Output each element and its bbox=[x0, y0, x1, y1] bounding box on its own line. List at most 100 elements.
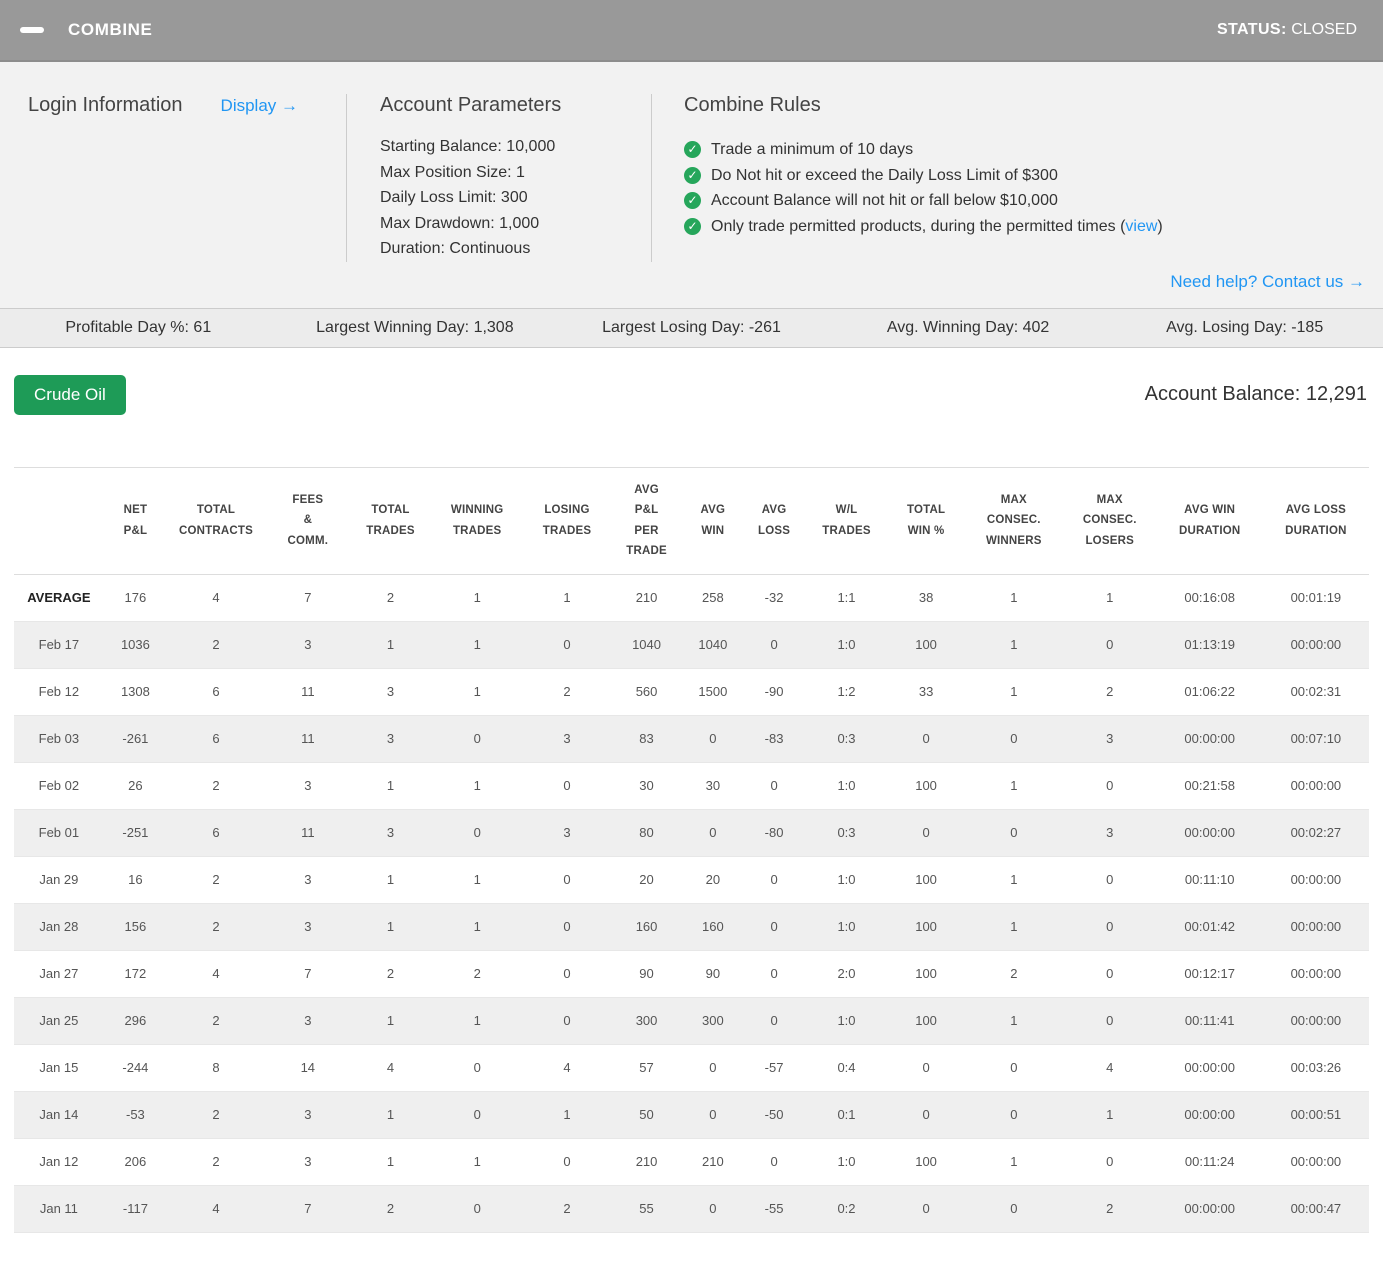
table-cell: -80 bbox=[742, 809, 805, 856]
table-cell: 4 bbox=[167, 950, 265, 997]
account-parameters-section: Account Parameters Starting Balance: 10,… bbox=[346, 94, 651, 262]
table-cell: 00:00:00 bbox=[1157, 1044, 1263, 1091]
rule-text: Only trade permitted products, during th… bbox=[711, 214, 1125, 240]
table-cell: 1 bbox=[351, 1091, 431, 1138]
table-cell: 176 bbox=[104, 574, 167, 621]
table-cell: 3 bbox=[265, 621, 351, 668]
table-cell: 0 bbox=[430, 1091, 524, 1138]
table-row: Jan 122062311021021001:01001000:11:2400:… bbox=[14, 1138, 1369, 1185]
table-cell: 296 bbox=[104, 997, 167, 1044]
table-cell: 2 bbox=[167, 621, 265, 668]
table-cell: 2 bbox=[524, 1185, 610, 1232]
table-cell: 0 bbox=[524, 762, 610, 809]
check-icon: ✓ bbox=[684, 167, 701, 184]
table-cell: 7 bbox=[265, 574, 351, 621]
rule-text-suffix: ) bbox=[1157, 214, 1162, 240]
table-cell: 2 bbox=[167, 856, 265, 903]
table-row: Jan 14-5323101500-500:100100:00:0000:00:… bbox=[14, 1091, 1369, 1138]
table-cell: 1 bbox=[430, 1138, 524, 1185]
table-cell: 0 bbox=[683, 715, 742, 762]
table-cell: 00:00:00 bbox=[1157, 809, 1263, 856]
table-cell: 0 bbox=[742, 1138, 805, 1185]
table-cell: 0 bbox=[1063, 997, 1157, 1044]
table-cell: 560 bbox=[610, 668, 683, 715]
table-cell: 0 bbox=[1063, 950, 1157, 997]
table-cell: -57 bbox=[742, 1044, 805, 1091]
table-body: AVERAGE17647211210258-321:1381100:16:080… bbox=[14, 574, 1369, 1232]
table-cell: 1:0 bbox=[806, 903, 888, 950]
table-cell: 2:0 bbox=[806, 950, 888, 997]
table-cell: 00:00:00 bbox=[1157, 715, 1263, 762]
table-cell: 1 bbox=[430, 856, 524, 903]
table-cell: 0 bbox=[683, 1091, 742, 1138]
table-cell: 30 bbox=[610, 762, 683, 809]
table-cell: 00:11:41 bbox=[1157, 997, 1263, 1044]
table-cell: 3 bbox=[265, 856, 351, 903]
row-label: AVERAGE bbox=[14, 574, 104, 621]
table-cell: 3 bbox=[524, 715, 610, 762]
table-cell: 00:00:00 bbox=[1157, 1185, 1263, 1232]
table-cell: 0 bbox=[965, 1185, 1063, 1232]
table-cell: 11 bbox=[265, 668, 351, 715]
table-cell: 0 bbox=[742, 950, 805, 997]
table-cell: 1500 bbox=[683, 668, 742, 715]
table-cell: -90 bbox=[742, 668, 805, 715]
table-cell: -251 bbox=[104, 809, 167, 856]
table-cell: 11 bbox=[265, 715, 351, 762]
account-balance: Account Balance: 12,291 bbox=[1145, 383, 1367, 406]
table-cell: 7 bbox=[265, 950, 351, 997]
column-header: FEES & COMM. bbox=[265, 467, 351, 574]
combine-rules-section: Combine Rules ✓Trade a minimum of 10 day… bbox=[651, 94, 1383, 262]
row-label: Jan 12 bbox=[14, 1138, 104, 1185]
table-cell: 0 bbox=[430, 809, 524, 856]
table-cell: 00:00:51 bbox=[1263, 1091, 1369, 1138]
table-row: Feb 022623110303001:01001000:21:5800:00:… bbox=[14, 762, 1369, 809]
combine-rule: ✓Only trade permitted products, during t… bbox=[684, 214, 1383, 240]
table-cell: 00:12:17 bbox=[1157, 950, 1263, 997]
column-header: MAX CONSEC. WINNERS bbox=[965, 467, 1063, 574]
table-cell: -50 bbox=[742, 1091, 805, 1138]
table-cell: 2 bbox=[1063, 668, 1157, 715]
table-cell: 0:4 bbox=[806, 1044, 888, 1091]
table-cell: 1 bbox=[430, 574, 524, 621]
table-cell: 0 bbox=[430, 715, 524, 762]
table-cell: 6 bbox=[167, 715, 265, 762]
table-cell: 0 bbox=[524, 997, 610, 1044]
table-cell: 00:00:00 bbox=[1263, 621, 1369, 668]
table-cell: 57 bbox=[610, 1044, 683, 1091]
table-row: Jan 2717247220909002:01002000:12:1700:00… bbox=[14, 950, 1369, 997]
view-link[interactable]: view bbox=[1125, 214, 1157, 240]
minimize-icon[interactable] bbox=[20, 27, 44, 33]
table-cell: 3 bbox=[1063, 809, 1157, 856]
table-cell: 0 bbox=[965, 809, 1063, 856]
table-cell: 00:00:00 bbox=[1157, 1091, 1263, 1138]
row-label: Feb 17 bbox=[14, 621, 104, 668]
table-cell: 3 bbox=[265, 903, 351, 950]
combine-rules-list: ✓Trade a minimum of 10 days✓Do Not hit o… bbox=[684, 137, 1383, 239]
table-cell: 0 bbox=[683, 1185, 742, 1232]
table-cell: 00:03:26 bbox=[1263, 1044, 1369, 1091]
window-title: COMBINE bbox=[68, 20, 152, 40]
combine-rule: ✓Do Not hit or exceed the Daily Loss Lim… bbox=[684, 163, 1383, 189]
table-row: Feb 1213086113125601500-901:2331201:06:2… bbox=[14, 668, 1369, 715]
table-cell: 3 bbox=[351, 715, 431, 762]
table-cell: 90 bbox=[610, 950, 683, 997]
table-cell: 0 bbox=[742, 621, 805, 668]
table-cell: 3 bbox=[524, 809, 610, 856]
table-cell: 20 bbox=[683, 856, 742, 903]
crude-oil-button[interactable]: Crude Oil bbox=[14, 375, 126, 415]
table-cell: 0 bbox=[965, 715, 1063, 762]
contact-us-link[interactable]: Need help? Contact us → bbox=[1170, 272, 1365, 292]
table-cell: 0 bbox=[524, 621, 610, 668]
table-cell: 156 bbox=[104, 903, 167, 950]
table-cell: 33 bbox=[887, 668, 965, 715]
table-cell: 00:00:47 bbox=[1263, 1185, 1369, 1232]
account-parameter: Duration: Continuous bbox=[380, 236, 651, 262]
table-cell: 0 bbox=[524, 903, 610, 950]
row-label: Feb 12 bbox=[14, 668, 104, 715]
table-cell: 100 bbox=[887, 997, 965, 1044]
display-link[interactable]: Display → bbox=[221, 96, 298, 116]
table-cell: 258 bbox=[683, 574, 742, 621]
table-cell: 4 bbox=[167, 1185, 265, 1232]
table-cell: 14 bbox=[265, 1044, 351, 1091]
